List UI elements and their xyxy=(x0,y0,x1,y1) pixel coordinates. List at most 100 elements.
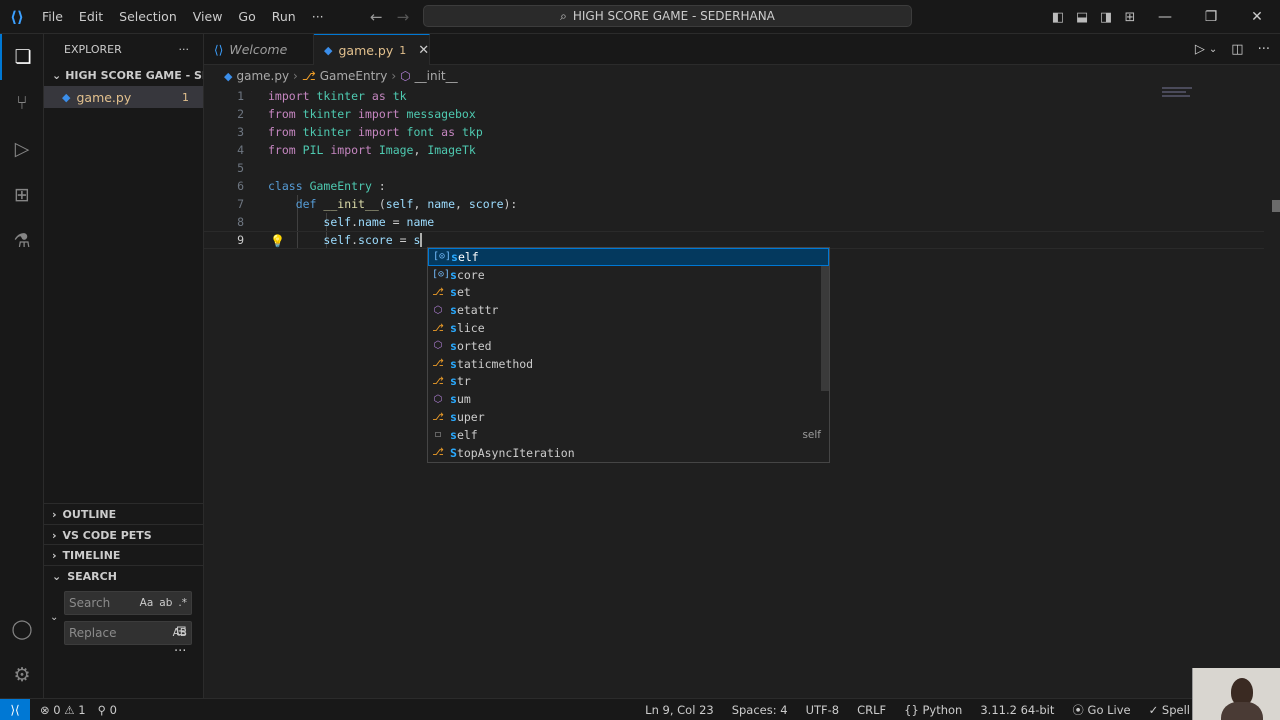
search-title: SEARCH xyxy=(67,569,117,583)
editor-scrollbar[interactable] xyxy=(1272,200,1280,212)
command-center[interactable]: ⌕ HIGH SCORE GAME - SEDERHANA xyxy=(423,5,912,27)
outline-section[interactable]: › OUTLINE xyxy=(44,503,204,524)
warning-icon: ⚠ xyxy=(64,702,75,717)
menu-selection[interactable]: Selection xyxy=(111,0,185,34)
match-case-icon[interactable]: Aa xyxy=(140,597,154,609)
suggestion-item[interactable]: ⬡ sum xyxy=(428,390,829,408)
class-icon: ⎇ xyxy=(432,358,444,370)
chevron-right-icon: › xyxy=(52,507,57,521)
breadcrumb-class[interactable]: GameEntry xyxy=(320,69,388,83)
tab-game-py[interactable]: ◆ game.py 1 ✕ xyxy=(314,34,430,65)
use-regex-icon[interactable]: .* xyxy=(178,597,187,609)
line-number: 3 xyxy=(237,125,244,139)
replace-input[interactable]: Replace AB xyxy=(64,621,192,645)
indentation[interactable]: Spaces: 4 xyxy=(732,703,788,717)
line-number: 8 xyxy=(237,215,244,229)
python-file-icon: ◆ xyxy=(224,69,233,83)
folder-name: HIGH SCORE GAME - SEDE... xyxy=(65,68,203,82)
remote-indicator-icon[interactable]: ⟩⟨ xyxy=(0,698,30,720)
code-line: 1 import tkinter as tk xyxy=(204,87,1264,105)
suggestion-item[interactable]: ⎇ set xyxy=(428,284,829,302)
search-details-more-icon[interactable]: ··· xyxy=(174,644,186,659)
restore-button[interactable]: ❐ xyxy=(1188,0,1234,34)
run-options-chevron-icon[interactable]: ⌄ xyxy=(1209,44,1217,55)
go-live-button[interactable]: ⦿ Go Live xyxy=(1072,702,1130,718)
breadcrumb-file[interactable]: game.py xyxy=(236,69,289,83)
split-editor-icon[interactable]: ◫ xyxy=(1231,42,1243,57)
menu-view[interactable]: View xyxy=(185,0,231,34)
toggle-secondary-sidebar-icon[interactable]: ◨ xyxy=(1094,0,1118,34)
file-encoding[interactable]: UTF-8 xyxy=(806,703,840,717)
code-text: from tkinter import messagebox xyxy=(268,107,476,121)
line-number: 2 xyxy=(237,107,244,121)
cursor-position[interactable]: Ln 9, Col 23 xyxy=(645,703,714,717)
menu-more[interactable]: ··· xyxy=(304,0,332,34)
suggestion-item[interactable]: [⊙] score xyxy=(428,266,829,284)
tab-welcome[interactable]: ⟨⟩ Welcome xyxy=(204,34,314,65)
search-section[interactable]: ⌄ SEARCH xyxy=(44,565,204,586)
account-icon[interactable]: ◯ xyxy=(0,606,44,652)
vs-code-pets-section[interactable]: › VS CODE PETS xyxy=(44,524,204,545)
testing-icon[interactable]: ⚗ xyxy=(0,218,44,264)
code-line: 5 xyxy=(204,159,1264,177)
search-input[interactable]: Search Aa ab .* xyxy=(64,591,192,615)
spell-checker[interactable]: ✓ Spell xyxy=(1149,703,1190,717)
suggestion-item[interactable]: ⎇ slice xyxy=(428,319,829,337)
extensions-icon[interactable]: ⊞ xyxy=(0,172,44,218)
class-icon: ⎇ xyxy=(432,447,444,459)
code-line: 6 class GameEntry : xyxy=(204,177,1264,195)
file-item-game-py[interactable]: ◆ game.py 1 xyxy=(44,86,203,108)
vscode-welcome-icon: ⟨⟩ xyxy=(214,42,224,57)
sidebar: EXPLORER ··· ⌄ HIGH SCORE GAME - SEDE...… xyxy=(44,34,204,698)
menu-file[interactable]: File xyxy=(34,0,71,34)
suggestion-item[interactable]: ⎇ str xyxy=(428,373,829,391)
timeline-section[interactable]: › TIMELINE xyxy=(44,544,204,565)
line-number: 5 xyxy=(237,161,244,175)
minimize-button[interactable]: — xyxy=(1142,0,1188,34)
suggestion-item[interactable]: ☐ self self xyxy=(428,426,829,444)
toggle-panel-icon[interactable]: ⬓ xyxy=(1070,0,1094,34)
code-text: from tkinter import font as tkp xyxy=(268,125,483,139)
language-mode[interactable]: {} Python xyxy=(904,703,962,717)
more-actions-icon[interactable]: ··· xyxy=(1258,42,1270,57)
menu-go[interactable]: Go xyxy=(230,0,263,34)
forward-arrow-icon[interactable]: → xyxy=(397,8,410,26)
class-icon: ⎇ xyxy=(432,411,444,423)
line-number: 4 xyxy=(237,143,244,157)
toggle-primary-sidebar-icon[interactable]: ◧ xyxy=(1046,0,1070,34)
suggestion-widget: [⊙] self [⊙] score ⎇ set ⬡ setattr ⎇ sli… xyxy=(427,247,830,463)
suggestion-item[interactable]: ⎇ StopAsyncIteration xyxy=(428,444,829,462)
suggestion-item[interactable]: ⎇ super xyxy=(428,408,829,426)
timeline-title: TIMELINE xyxy=(62,548,121,562)
python-interpreter[interactable]: 3.11.2 64-bit xyxy=(980,703,1054,717)
suggestion-item[interactable]: ⬡ sorted xyxy=(428,337,829,355)
activity-bar: ❏ ⑂ ▷ ⊞ ⚗ ◯ ⚙ xyxy=(0,34,44,698)
close-tab-icon[interactable]: ✕ xyxy=(418,43,429,58)
toggle-replace-chevron-icon[interactable]: ⌄ xyxy=(50,612,58,623)
breadcrumb-method[interactable]: __init__ xyxy=(415,69,458,83)
workspace-folder[interactable]: ⌄ HIGH SCORE GAME - SEDE... xyxy=(44,64,203,86)
settings-gear-icon[interactable]: ⚙ xyxy=(0,652,44,698)
end-of-line[interactable]: CRLF xyxy=(857,703,886,717)
suggestion-item[interactable]: ⎇ staticmethod xyxy=(428,355,829,373)
customize-layout-icon[interactable]: ⊞ xyxy=(1118,0,1142,34)
back-arrow-icon[interactable]: ← xyxy=(370,8,383,26)
suggestion-item[interactable]: ⬡ setattr xyxy=(428,301,829,319)
menu-edit[interactable]: Edit xyxy=(71,0,111,34)
explorer-more-icon[interactable]: ··· xyxy=(179,43,190,56)
ports-indicator[interactable]: ⚲ 0 xyxy=(98,703,117,717)
replace-all-icon[interactable]: ⊟ xyxy=(176,624,187,639)
problems-indicator[interactable]: ⊗ 0 ⚠ 1 xyxy=(40,703,86,717)
breadcrumb: ◆ game.py › ⎇ GameEntry › ⬡ __init__ xyxy=(204,65,458,87)
run-python-file-icon[interactable]: ▷ xyxy=(1195,42,1205,57)
python-file-icon: ◆ xyxy=(62,90,71,104)
match-whole-word-icon[interactable]: ab xyxy=(159,597,172,609)
suggestion-item[interactable]: [⊙] self xyxy=(428,248,829,266)
close-window-button[interactable]: ✕ xyxy=(1234,0,1280,34)
file-name: game.py xyxy=(76,89,132,105)
source-control-icon[interactable]: ⑂ xyxy=(0,80,44,126)
minimap[interactable] xyxy=(1162,87,1202,107)
run-debug-icon[interactable]: ▷ xyxy=(0,126,44,172)
menu-run[interactable]: Run xyxy=(264,0,304,34)
explorer-icon[interactable]: ❏ xyxy=(0,34,44,80)
